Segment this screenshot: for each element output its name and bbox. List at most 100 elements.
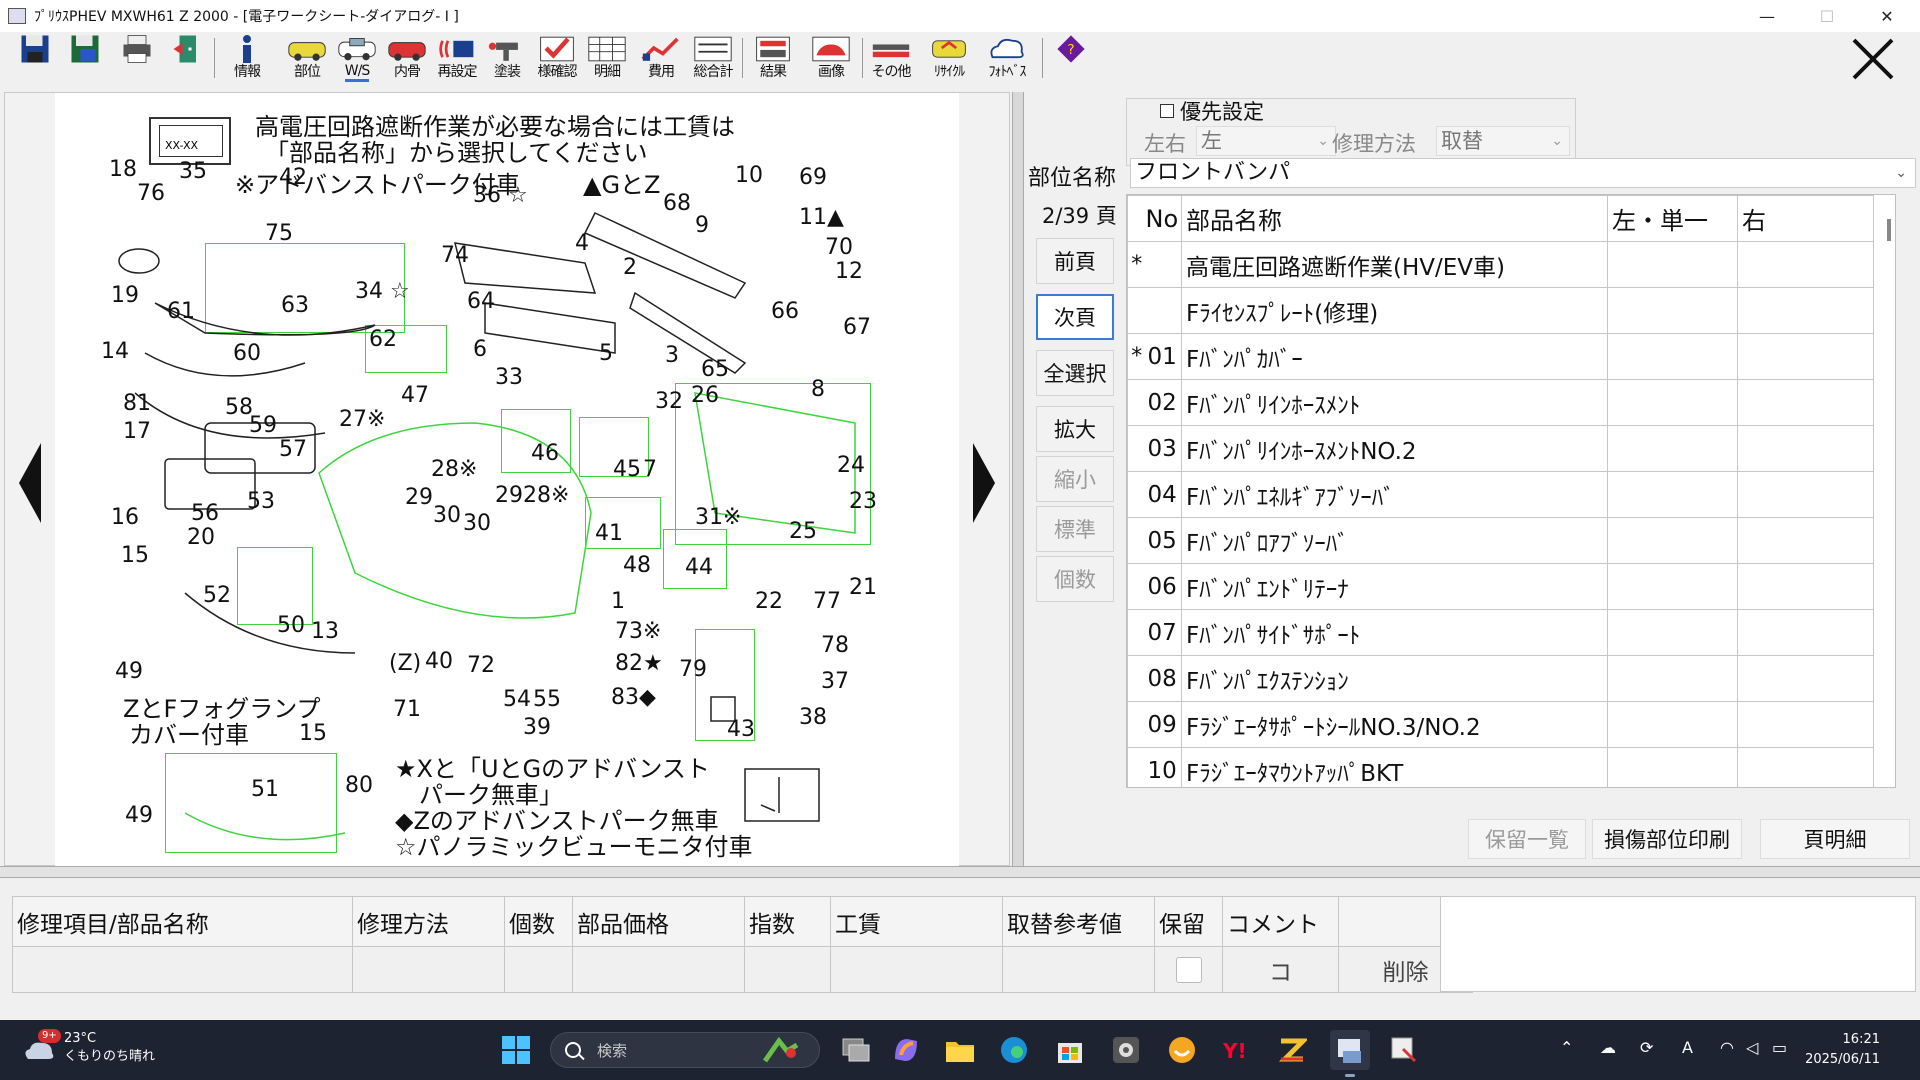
row-left-cell[interactable] (1607, 333, 1738, 380)
part-callout[interactable]: 32 (655, 389, 683, 414)
part-callout[interactable]: 1 (611, 589, 625, 614)
zoom-in-button[interactable]: 拡大 (1036, 406, 1114, 452)
part-callout[interactable]: 73※ (615, 619, 661, 644)
file-explorer-button[interactable] (940, 1030, 980, 1070)
app-chat-button[interactable] (1162, 1030, 1202, 1070)
row-left-cell[interactable] (1607, 609, 1738, 656)
taskbar-search[interactable]: 検索 (550, 1032, 820, 1068)
part-callout[interactable]: 61 (167, 299, 195, 324)
part-callout[interactable]: 38 (799, 705, 827, 730)
comment-button[interactable]: コ (1223, 948, 1338, 992)
pane-splitter[interactable] (1012, 92, 1024, 866)
toolbar-image[interactable]: 画像 (808, 34, 854, 82)
part-callout[interactable]: 67 (843, 315, 871, 340)
app-tool-button[interactable] (1384, 1030, 1424, 1070)
toolbar-frame[interactable]: 内骨 (384, 34, 430, 82)
exit-button[interactable] (164, 34, 210, 82)
row-right-cell[interactable] (1737, 241, 1874, 288)
toolbar-total[interactable]: 総合計 (690, 34, 736, 82)
part-callout[interactable]: 16 (111, 505, 139, 530)
part-callout[interactable]: 13 (311, 619, 339, 644)
part-callout[interactable]: 77 (813, 589, 841, 614)
part-callout[interactable]: 65 (701, 357, 729, 382)
toolbar-photobase[interactable]: ﾌｫﾄﾍﾞｽ (984, 34, 1030, 82)
sync-icon[interactable]: ⟳ (1640, 1038, 1653, 1057)
row-left-cell[interactable] (1607, 563, 1738, 610)
repair-item-row[interactable]: コ 削除 (12, 946, 1473, 993)
cell-repair-method[interactable] (352, 946, 505, 993)
hold-checkbox[interactable] (1175, 956, 1202, 983)
wifi-icon[interactable]: ◠ (1720, 1038, 1734, 1057)
toolbar-reset[interactable]: 再設定 (434, 34, 480, 82)
part-callout[interactable]: 49 (125, 803, 153, 828)
row-right-cell[interactable] (1737, 379, 1874, 426)
part-callout[interactable]: 64 (467, 289, 495, 314)
part-callout[interactable]: 76 (137, 181, 165, 206)
next-page-arrow[interactable] (973, 443, 995, 523)
part-callout[interactable]: 83◆ (611, 685, 656, 710)
part-callout[interactable]: 55 (533, 687, 561, 712)
lower-splitter[interactable] (0, 866, 1920, 878)
part-callout[interactable]: 27※ (339, 407, 385, 432)
save-as-button[interactable] (62, 34, 108, 82)
part-callout[interactable]: 80 (345, 773, 373, 798)
part-callout[interactable]: 44 (685, 555, 713, 580)
part-callout[interactable]: 30 (433, 503, 461, 528)
maximize-button[interactable]: ☐ (1804, 0, 1850, 32)
next-page-button[interactable]: 次頁 (1036, 294, 1114, 340)
part-callout[interactable]: 74 (441, 243, 469, 268)
weather-widget[interactable]: 9+ 23°C くもりのち晴れ (22, 1029, 155, 1066)
cell-repair-item[interactable] (12, 946, 353, 993)
part-callout[interactable]: 52 (203, 583, 231, 608)
part-callout[interactable]: 10 (735, 163, 763, 188)
part-callout[interactable]: 4 (575, 231, 589, 256)
part-callout[interactable]: 36 ☆ (473, 183, 528, 208)
active-app-button[interactable] (1330, 1030, 1370, 1070)
quantity-button[interactable]: 個数 (1036, 556, 1114, 602)
row-right-cell[interactable] (1737, 287, 1874, 334)
table-row[interactable]: 10 FﾗｼﾞｴｰﾀﾏｳﾝﾄｱｯﾊﾟBKT (1127, 747, 1874, 787)
part-callout[interactable]: 46 (531, 441, 559, 466)
part-callout[interactable]: 56 (191, 501, 219, 526)
part-callout[interactable]: 48 (623, 553, 651, 578)
part-callout[interactable]: 29 (495, 483, 523, 508)
part-callout[interactable]: 71 (393, 697, 421, 722)
part-callout[interactable]: 72 (467, 653, 495, 678)
part-callout[interactable]: 11▲ (799, 205, 844, 230)
part-callout[interactable]: 66 (771, 299, 799, 324)
row-right-cell[interactable] (1737, 747, 1874, 787)
toolbar-recycle[interactable]: ﾘｻｲｸﾙ (926, 34, 972, 82)
part-callout[interactable]: 57 (279, 437, 307, 462)
priority-checkbox[interactable] (1160, 104, 1174, 118)
part-callout[interactable]: 15 (299, 721, 327, 746)
system-clock[interactable]: 16:21 2025/06/11 (1805, 1030, 1880, 1070)
part-callout[interactable]: 20 (187, 525, 215, 550)
row-left-cell[interactable] (1607, 655, 1738, 702)
side-select[interactable]: 左 ⌄ (1196, 126, 1336, 156)
app-z-button[interactable] (1272, 1030, 1312, 1070)
part-callout[interactable]: 8 (811, 377, 825, 402)
help-button[interactable]: ? (1048, 34, 1094, 82)
toolbar-paint[interactable]: 塗装 (484, 34, 530, 82)
previous-page-arrow[interactable] (19, 443, 41, 523)
table-row[interactable]: 08 Fﾊﾞﾝﾊﾟｴｸｽﾃﾝｼｮﾝ (1127, 655, 1874, 702)
part-callout[interactable]: 60 (233, 341, 261, 366)
part-callout[interactable]: 59 (249, 413, 277, 438)
part-callout[interactable]: 63 (281, 293, 309, 318)
table-scrollbar[interactable] (1887, 219, 1891, 241)
table-row[interactable]: 03 FﾊﾞﾝﾊﾟﾘｲﾝﾎｰｽﾒﾝﾄNO.2 (1127, 425, 1874, 472)
part-callout[interactable]: 14 (101, 339, 129, 364)
part-callout[interactable]: 28※ (431, 457, 477, 482)
toolbar-details[interactable]: 明細 (584, 34, 630, 82)
row-left-cell[interactable] (1607, 379, 1738, 426)
part-callout[interactable]: 62 (369, 327, 397, 352)
part-callout[interactable]: 37 (821, 669, 849, 694)
part-callout[interactable]: 33 (495, 365, 523, 390)
part-callout[interactable]: 47 (401, 383, 429, 408)
row-left-cell[interactable] (1607, 241, 1738, 288)
part-callout[interactable]: 30 (463, 511, 491, 536)
row-right-cell[interactable] (1737, 701, 1874, 748)
part-callout[interactable]: 45 (613, 457, 641, 482)
row-right-cell[interactable] (1737, 655, 1874, 702)
part-callout[interactable]: 9 (695, 213, 709, 238)
